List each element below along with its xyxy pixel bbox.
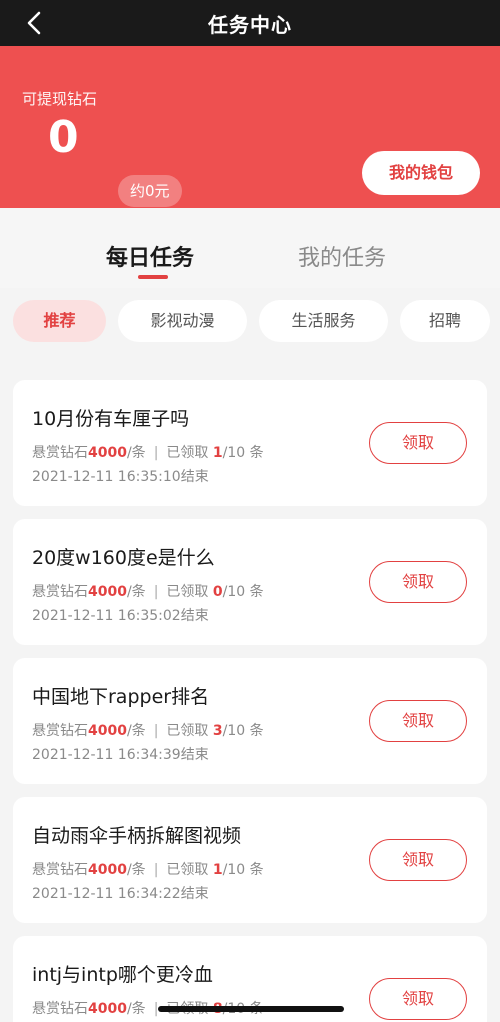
task-meta: 悬赏钻石4000/条 | 已领取 1/10 条 xyxy=(32,442,264,462)
reward-amount: 4000 xyxy=(88,862,127,878)
reward-label: 悬赏钻石 xyxy=(32,1001,88,1017)
reward-amount: 4000 xyxy=(88,584,127,600)
claimed-total: /10 条 xyxy=(222,584,264,600)
claim-button[interactable]: 领取 xyxy=(369,422,467,464)
claim-button[interactable]: 领取 xyxy=(369,561,467,603)
reward-unit: /条 xyxy=(126,723,146,739)
task-title: 10月份有车厘子吗 xyxy=(32,408,190,430)
balance-banner: 可提现钻石 0 约0元 我的钱包 xyxy=(0,46,500,208)
my-wallet-button[interactable]: 我的钱包 xyxy=(362,151,480,195)
reward-unit: /条 xyxy=(126,584,146,600)
claimed-total: /10 条 xyxy=(222,445,264,461)
reward-unit: /条 xyxy=(126,445,146,461)
top-bar: 任务中心 xyxy=(0,0,500,46)
task-meta: 悬赏钻石4000/条 | 已领取 3/10 条 xyxy=(32,720,264,740)
claimed-label: 已领取 xyxy=(166,584,209,600)
claimed-count: 3 xyxy=(212,723,223,739)
chevron-left-icon xyxy=(27,11,41,35)
claimed-count: 1 xyxy=(212,445,223,461)
claim-button[interactable]: 领取 xyxy=(369,978,467,1020)
task-meta: 悬赏钻石4000/条 | 已领取 0/10 条 xyxy=(32,581,264,601)
meta-separator: | xyxy=(153,723,159,739)
tab-daily-tasks[interactable]: 每日任务 xyxy=(106,240,194,272)
main-tabs: 每日任务 我的任务 xyxy=(0,208,500,288)
task-title: 20度w160度e是什么 xyxy=(32,547,215,569)
chip-recruitment[interactable]: 招聘 xyxy=(400,300,490,342)
reward-label: 悬赏钻石 xyxy=(32,723,88,739)
task-meta: 悬赏钻石4000/条 | 已领取 1/10 条 xyxy=(32,859,264,879)
meta-separator: | xyxy=(153,862,159,878)
chip-life-services[interactable]: 生活服务 xyxy=(259,300,388,342)
task-card: 20度w160度e是什么 悬赏钻石4000/条 | 已领取 0/10 条 2021-… xyxy=(13,519,487,645)
reward-label: 悬赏钻石 xyxy=(32,584,88,600)
task-deadline: 2021-12-11 16:35:10结束 xyxy=(32,469,209,485)
home-indicator[interactable] xyxy=(158,1006,344,1012)
back-button[interactable] xyxy=(18,7,50,39)
task-title: 自动雨伞手柄拆解图视频 xyxy=(32,825,242,847)
reward-amount: 4000 xyxy=(88,723,127,739)
reward-unit: /条 xyxy=(126,1001,146,1017)
tab-my-tasks[interactable]: 我的任务 xyxy=(298,240,386,272)
claim-button[interactable]: 领取 xyxy=(369,700,467,742)
withdrawable-label: 可提现钻石 xyxy=(22,90,98,108)
task-deadline: 2021-12-11 16:34:22结束 xyxy=(32,886,209,902)
claimed-count: 1 xyxy=(212,862,223,878)
task-title: 中国地下rapper排名 xyxy=(32,686,210,708)
claimed-label: 已领取 xyxy=(166,723,209,739)
task-card: 自动雨伞手柄拆解图视频 悬赏钻石4000/条 | 已领取 1/10 条 2021-1… xyxy=(13,797,487,923)
page-title: 任务中心 xyxy=(208,12,292,37)
reward-amount: 4000 xyxy=(88,445,127,461)
active-tab-indicator xyxy=(138,275,168,279)
claimed-count: 0 xyxy=(212,584,223,600)
task-card: 中国地下rapper排名 悬赏钻石4000/条 | 已领取 3/10 条 2021-… xyxy=(13,658,487,784)
claimed-label: 已领取 xyxy=(166,445,209,461)
chip-film-anime[interactable]: 影视动漫 xyxy=(118,300,247,342)
meta-separator: | xyxy=(153,445,159,461)
diamond-amount: 0 xyxy=(48,112,79,163)
chip-recommended[interactable]: 推荐 xyxy=(13,300,106,342)
meta-separator: | xyxy=(153,584,159,600)
claim-button[interactable]: 领取 xyxy=(369,839,467,881)
reward-unit: /条 xyxy=(126,862,146,878)
reward-label: 悬赏钻石 xyxy=(32,445,88,461)
claimed-total: /10 条 xyxy=(222,723,264,739)
task-title: intj与intp哪个更冷血 xyxy=(32,964,213,986)
category-chips: 推荐 影视动漫 生活服务 招聘 xyxy=(0,300,500,344)
task-deadline: 2021-12-11 16:35:02结束 xyxy=(32,608,209,624)
approx-value-badge: 约0元 xyxy=(118,175,182,207)
reward-label: 悬赏钻石 xyxy=(32,862,88,878)
claimed-label: 已领取 xyxy=(166,862,209,878)
task-card: 10月份有车厘子吗 悬赏钻石4000/条 | 已领取 1/10 条 2021-12-… xyxy=(13,380,487,506)
task-deadline: 2021-12-11 16:34:39结束 xyxy=(32,747,209,763)
reward-amount: 4000 xyxy=(88,1001,127,1017)
claimed-total: /10 条 xyxy=(222,862,264,878)
